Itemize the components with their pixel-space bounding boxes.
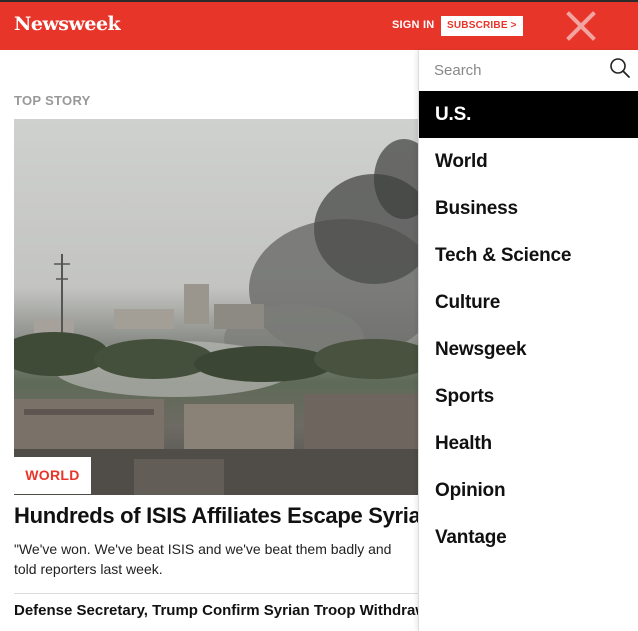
menu-list: U.S. World Business Tech & Science Cultu… [419, 91, 638, 561]
menu-item-health[interactable]: Health [419, 420, 638, 467]
search-bar [419, 50, 638, 90]
sign-in-link[interactable]: SIGN IN [392, 19, 434, 31]
menu-item-sports[interactable]: Sports [419, 373, 638, 420]
section-kicker: TOP STORY [14, 93, 91, 108]
divider [14, 593, 418, 594]
top-story-headline[interactable]: Hundreds of ISIS Affiliates Escape Syria… [14, 503, 418, 529]
subscribe-button[interactable]: SUBSCRIBE > [441, 16, 523, 36]
close-icon[interactable] [565, 10, 597, 42]
newsweek-logo[interactable]: Newsweek [14, 13, 121, 35]
menu-item-world[interactable]: World [419, 138, 638, 185]
hero-photo-illustration [14, 139, 418, 495]
menu-item-tech-science[interactable]: Tech & Science [419, 232, 638, 279]
menu-item-culture[interactable]: Culture [419, 279, 638, 326]
site-header: Newsweek SIGN IN SUBSCRIBE > [0, 2, 638, 50]
menu-item-newsgeek[interactable]: Newsgeek [419, 326, 638, 373]
search-input[interactable] [434, 62, 594, 79]
navigation-menu: U.S. World Business Tech & Science Cultu… [418, 50, 638, 631]
hero-image[interactable] [14, 119, 418, 495]
menu-item-us[interactable]: U.S. [419, 91, 638, 138]
menu-item-business[interactable]: Business [419, 185, 638, 232]
top-story-summary: "We've won. We've beat ISIS and we've be… [14, 541, 392, 577]
menu-item-opinion[interactable]: Opinion [419, 467, 638, 514]
category-label[interactable]: WORLD [14, 457, 91, 494]
search-icon[interactable] [609, 57, 631, 79]
menu-item-vantage[interactable]: Vantage [419, 514, 638, 561]
related-story-headline[interactable]: Defense Secretary, Trump Confirm Syrian … [14, 602, 418, 619]
